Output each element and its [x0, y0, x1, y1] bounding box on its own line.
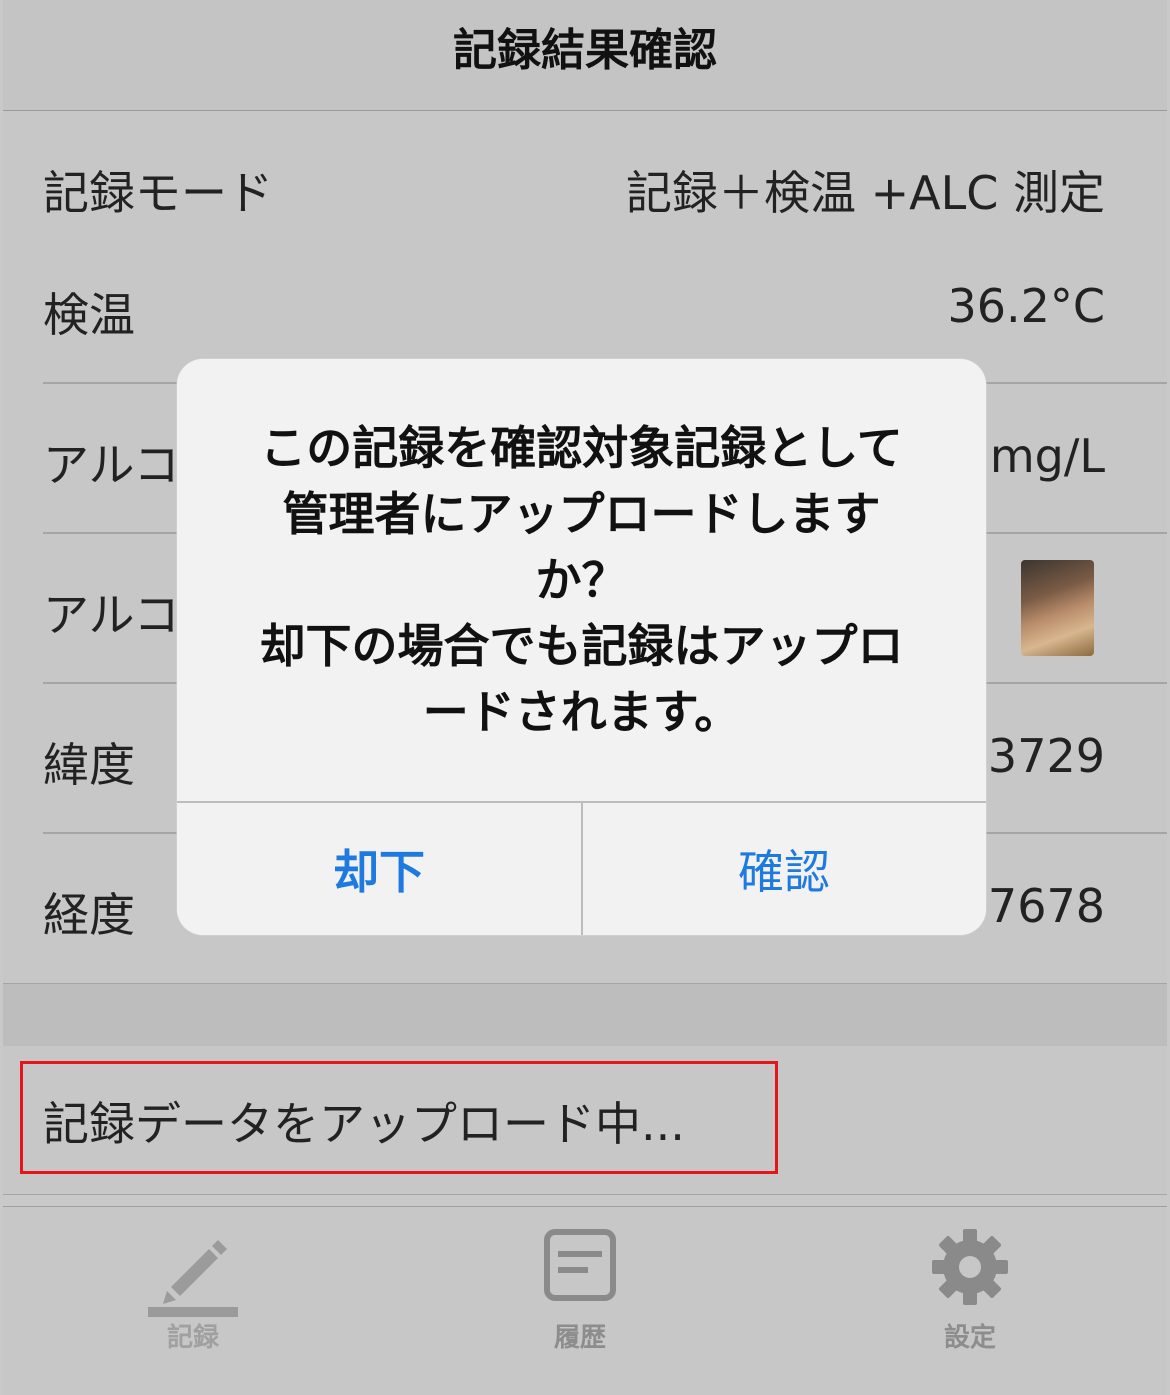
row-value: mg/L: [989, 429, 1105, 483]
row-label: アルコ: [43, 588, 180, 642]
alcohol-test-photo[interactable]: [1021, 560, 1094, 656]
row-label: 経度: [43, 888, 135, 942]
tab-history[interactable]: 履歴: [480, 1207, 680, 1395]
tab-label: 設定: [943, 1323, 996, 1353]
row-value: 7678: [987, 879, 1105, 933]
row-label: 検温: [43, 288, 135, 342]
pencil-icon: [143, 1225, 243, 1321]
app-screen: 記録結果確認 記録モード 記録＋検温 +ALC 測定 検温 36.2°C アルコ…: [0, 0, 1170, 1395]
upload-confirm-dialog: この記録を確認対象記録として 管理者にアップロードします か？ 却下の場合でも記…: [177, 359, 986, 935]
dialog-message: この記録を確認対象記録として 管理者にアップロードします か？ 却下の場合でも記…: [259, 421, 904, 739]
document-icon: [544, 1229, 616, 1305]
tab-settings[interactable]: 設定: [870, 1207, 1070, 1395]
row-label: 緯度: [43, 738, 135, 792]
row-label: 記録モード: [43, 166, 273, 220]
section-gap: [3, 983, 1167, 1047]
tab-label: 記録: [166, 1323, 219, 1353]
tab-bar: 記録 履歴 設定: [3, 1206, 1167, 1395]
annotation-highlight-box: [20, 1061, 778, 1174]
row-value: 3729: [987, 729, 1105, 783]
row-value: 36.2°C: [947, 279, 1105, 333]
navigation-bar: 記録結果確認: [3, 0, 1167, 111]
page-title: 記録結果確認: [453, 25, 717, 76]
gear-icon: [930, 1227, 1010, 1311]
tab-record[interactable]: 記録: [93, 1207, 293, 1395]
row-value: 記録＋検温 +ALC 測定: [625, 166, 1105, 220]
reject-button[interactable]: 却下: [177, 802, 581, 935]
row-label: アルコ: [43, 438, 180, 492]
confirm-button[interactable]: 確認: [582, 802, 986, 935]
tab-label: 履歴: [553, 1323, 606, 1353]
